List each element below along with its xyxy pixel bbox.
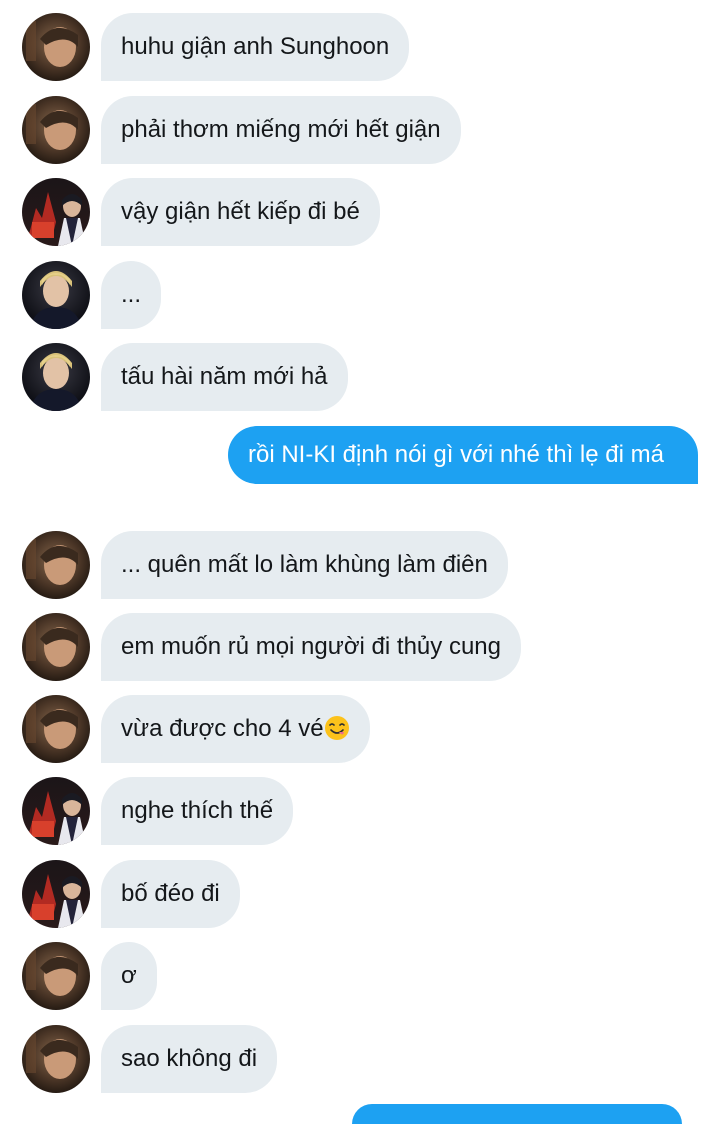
sunghoon-avatar[interactable] bbox=[22, 13, 90, 81]
message-bubble: sao không đi bbox=[101, 1025, 278, 1093]
message-row: ơ bbox=[0, 942, 720, 1010]
message-row: nghe thích thế bbox=[0, 777, 720, 845]
couple-avatar[interactable] bbox=[22, 178, 90, 246]
message-row: tấu hài năm mới hả bbox=[0, 343, 720, 411]
message-row-outgoing: rồi NI-KI định nói gì với nhé thì lẹ đi … bbox=[0, 426, 720, 522]
message-bubble: nghe thích thế bbox=[101, 777, 294, 845]
message-bubble: ... quên mất lo làm khùng làm điên bbox=[101, 531, 508, 599]
message-text: vừa được cho 4 vé bbox=[121, 715, 324, 742]
couple-avatar[interactable] bbox=[22, 777, 90, 845]
message-bubble: tấu hài năm mới hả bbox=[101, 343, 348, 411]
blond-avatar[interactable] bbox=[22, 343, 90, 411]
face-savoring-food-icon bbox=[324, 716, 349, 740]
outgoing-message-bubble-partial bbox=[352, 1104, 682, 1124]
sunghoon-avatar[interactable] bbox=[22, 695, 90, 763]
message-row: ... bbox=[0, 261, 720, 329]
message-row: bố đéo đi bbox=[0, 860, 720, 928]
outgoing-message-bubble: rồi NI-KI định nói gì với nhé thì lẹ đi … bbox=[228, 426, 698, 484]
message-row: vậy giận hết kiếp đi bé bbox=[0, 178, 720, 246]
blond-avatar[interactable] bbox=[22, 261, 90, 329]
message-row: ... quên mất lo làm khùng làm điên bbox=[0, 531, 720, 599]
sunghoon-avatar[interactable] bbox=[22, 96, 90, 164]
sunghoon-avatar[interactable] bbox=[22, 942, 90, 1010]
message-row: sao không đi bbox=[0, 1025, 720, 1093]
message-bubble: huhu giận anh Sunghoon bbox=[101, 13, 410, 81]
sunghoon-avatar[interactable] bbox=[22, 613, 90, 681]
sunghoon-avatar[interactable] bbox=[22, 1025, 90, 1093]
message-bubble: vừa được cho 4 vé bbox=[101, 695, 370, 763]
message-row: huhu giận anh Sunghoon bbox=[0, 13, 720, 81]
sunghoon-avatar[interactable] bbox=[22, 531, 90, 599]
message-bubble: ơ bbox=[101, 942, 157, 1010]
message-bubble: bố đéo đi bbox=[101, 860, 240, 928]
message-row: em muốn rủ mọi người đi thủy cung bbox=[0, 613, 720, 681]
couple-avatar[interactable] bbox=[22, 860, 90, 928]
message-bubble: ... bbox=[101, 261, 162, 329]
message-bubble: vậy giận hết kiếp đi bé bbox=[101, 178, 380, 246]
message-bubble: em muốn rủ mọi người đi thủy cung bbox=[101, 613, 521, 681]
message-row: vừa được cho 4 vé bbox=[0, 695, 720, 763]
message-row: phải thơm miếng mới hết giận bbox=[0, 96, 720, 164]
message-bubble: phải thơm miếng mới hết giận bbox=[101, 96, 461, 164]
